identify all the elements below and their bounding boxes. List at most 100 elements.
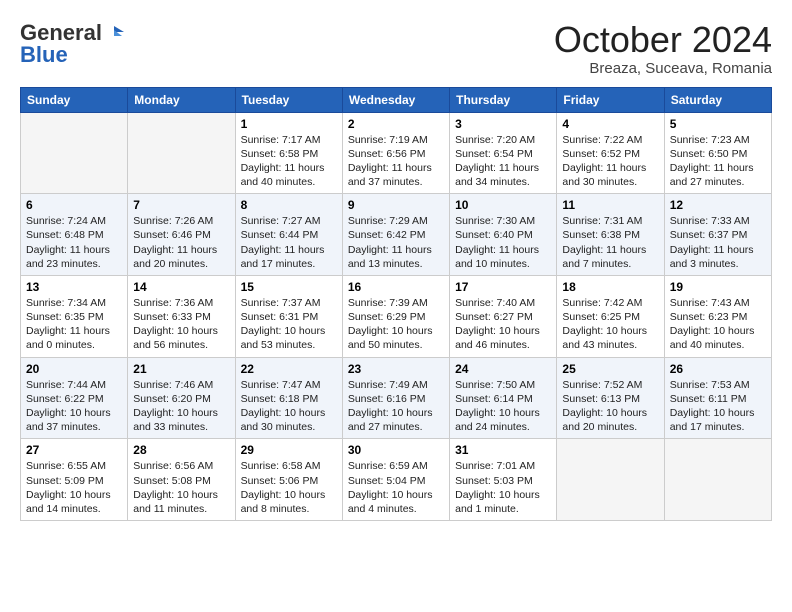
calendar-cell: 23 Sunrise: 7:49 AM Sunset: 6:16 PM Dayli…	[342, 357, 449, 439]
logo-bird-icon	[104, 22, 126, 44]
title-block: October 2024 Breaza, Suceava, Romania	[554, 20, 772, 77]
day-info: Sunrise: 7:52 AM Sunset: 6:13 PM Dayligh…	[562, 378, 658, 435]
day-number: 21	[133, 362, 229, 376]
day-info: Sunrise: 7:01 AM Sunset: 5:03 PM Dayligh…	[455, 459, 551, 516]
calendar-cell: 3Sunrise: 7:20 AM Sunset: 6:54 PM Daylig…	[450, 112, 557, 194]
calendar-cell: 29 Sunrise: 6:58 AM Sunset: 5:06 PM Dayli…	[235, 439, 342, 521]
day-number: 9	[348, 198, 444, 212]
day-number: 18	[562, 280, 658, 294]
day-info: Sunrise: 7:44 AM Sunset: 6:22 PM Dayligh…	[26, 378, 122, 435]
calendar-cell	[128, 112, 235, 194]
day-number: 6	[26, 198, 122, 212]
header-saturday: Saturday	[664, 87, 771, 112]
day-info: Sunrise: 7:26 AM Sunset: 6:46 PM Dayligh…	[133, 214, 229, 271]
calendar-cell: 31 Sunrise: 7:01 AM Sunset: 5:03 PM Dayli…	[450, 439, 557, 521]
day-number: 22	[241, 362, 337, 376]
day-number: 28	[133, 443, 229, 457]
calendar-cell: 4 Sunrise: 7:22 AM Sunset: 6:52 PM Daylig…	[557, 112, 664, 194]
logo: General Blue	[20, 20, 126, 68]
day-info: Sunrise: 6:59 AM Sunset: 5:04 PM Dayligh…	[348, 459, 444, 516]
calendar-cell: 15 Sunrise: 7:37 AM Sunset: 6:31 PM Dayli…	[235, 275, 342, 357]
logo-blue: Blue	[20, 42, 68, 68]
calendar-cell: 7 Sunrise: 7:26 AM Sunset: 6:46 PM Daylig…	[128, 194, 235, 276]
day-info: Sunrise: 7:19 AM Sunset: 6:56 PM Dayligh…	[348, 133, 444, 190]
header-sunday: Sunday	[21, 87, 128, 112]
day-number: 7	[133, 198, 229, 212]
day-info: Sunrise: 7:49 AM Sunset: 6:16 PM Dayligh…	[348, 378, 444, 435]
day-number: 11	[562, 198, 658, 212]
day-info: Sunrise: 7:34 AM Sunset: 6:35 PM Dayligh…	[26, 296, 122, 353]
day-number: 24	[455, 362, 551, 376]
calendar-cell: 16 Sunrise: 7:39 AM Sunset: 6:29 PM Dayli…	[342, 275, 449, 357]
calendar-cell: 14Sunrise: 7:36 AM Sunset: 6:33 PM Dayli…	[128, 275, 235, 357]
day-number: 29	[241, 443, 337, 457]
calendar-cell: 25Sunrise: 7:52 AM Sunset: 6:13 PM Dayli…	[557, 357, 664, 439]
calendar-cell: 22Sunrise: 7:47 AM Sunset: 6:18 PM Dayli…	[235, 357, 342, 439]
day-number: 20	[26, 362, 122, 376]
day-number: 5	[670, 117, 766, 131]
week-row-1: 6Sunrise: 7:24 AM Sunset: 6:48 PM Daylig…	[21, 194, 772, 276]
calendar-cell: 28 Sunrise: 6:56 AM Sunset: 5:08 PM Dayli…	[128, 439, 235, 521]
day-info: Sunrise: 7:46 AM Sunset: 6:20 PM Dayligh…	[133, 378, 229, 435]
calendar-cell: 20 Sunrise: 7:44 AM Sunset: 6:22 PM Dayli…	[21, 357, 128, 439]
week-row-3: 20 Sunrise: 7:44 AM Sunset: 6:22 PM Dayli…	[21, 357, 772, 439]
day-info: Sunrise: 7:40 AM Sunset: 6:27 PM Dayligh…	[455, 296, 551, 353]
calendar-header-row: SundayMondayTuesdayWednesdayThursdayFrid…	[21, 87, 772, 112]
header-friday: Friday	[557, 87, 664, 112]
day-info: Sunrise: 7:17 AM Sunset: 6:58 PM Dayligh…	[241, 133, 337, 190]
day-info: Sunrise: 7:36 AM Sunset: 6:33 PM Dayligh…	[133, 296, 229, 353]
day-info: Sunrise: 6:56 AM Sunset: 5:08 PM Dayligh…	[133, 459, 229, 516]
day-info: Sunrise: 7:53 AM Sunset: 6:11 PM Dayligh…	[670, 378, 766, 435]
day-info: Sunrise: 7:30 AM Sunset: 6:40 PM Dayligh…	[455, 214, 551, 271]
week-row-2: 13 Sunrise: 7:34 AM Sunset: 6:35 PM Dayli…	[21, 275, 772, 357]
day-number: 13	[26, 280, 122, 294]
day-number: 15	[241, 280, 337, 294]
calendar-cell: 5 Sunrise: 7:23 AM Sunset: 6:50 PM Daylig…	[664, 112, 771, 194]
day-info: Sunrise: 7:23 AM Sunset: 6:50 PM Dayligh…	[670, 133, 766, 190]
day-number: 1	[241, 117, 337, 131]
week-row-0: 1 Sunrise: 7:17 AM Sunset: 6:58 PM Daylig…	[21, 112, 772, 194]
day-number: 8	[241, 198, 337, 212]
calendar-cell: 30 Sunrise: 6:59 AM Sunset: 5:04 PM Dayli…	[342, 439, 449, 521]
day-number: 16	[348, 280, 444, 294]
calendar-cell: 2 Sunrise: 7:19 AM Sunset: 6:56 PM Daylig…	[342, 112, 449, 194]
day-number: 2	[348, 117, 444, 131]
day-number: 4	[562, 117, 658, 131]
page-header: General Blue October 2024 Breaza, Suceav…	[20, 20, 772, 77]
day-info: Sunrise: 7:27 AM Sunset: 6:44 PM Dayligh…	[241, 214, 337, 271]
calendar-cell: 10Sunrise: 7:30 AM Sunset: 6:40 PM Dayli…	[450, 194, 557, 276]
calendar-cell: 11 Sunrise: 7:31 AM Sunset: 6:38 PM Dayli…	[557, 194, 664, 276]
day-info: Sunrise: 6:58 AM Sunset: 5:06 PM Dayligh…	[241, 459, 337, 516]
calendar-cell: 6Sunrise: 7:24 AM Sunset: 6:48 PM Daylig…	[21, 194, 128, 276]
calendar-cell: 21 Sunrise: 7:46 AM Sunset: 6:20 PM Dayli…	[128, 357, 235, 439]
week-row-4: 27Sunrise: 6:55 AM Sunset: 5:09 PM Dayli…	[21, 439, 772, 521]
day-info: Sunrise: 7:39 AM Sunset: 6:29 PM Dayligh…	[348, 296, 444, 353]
calendar-cell	[664, 439, 771, 521]
location: Breaza, Suceava, Romania	[554, 60, 772, 77]
day-info: Sunrise: 7:22 AM Sunset: 6:52 PM Dayligh…	[562, 133, 658, 190]
header-wednesday: Wednesday	[342, 87, 449, 112]
day-number: 27	[26, 443, 122, 457]
calendar-cell: 12 Sunrise: 7:33 AM Sunset: 6:37 PM Dayli…	[664, 194, 771, 276]
calendar-cell: 8 Sunrise: 7:27 AM Sunset: 6:44 PM Daylig…	[235, 194, 342, 276]
day-number: 31	[455, 443, 551, 457]
calendar-table: SundayMondayTuesdayWednesdayThursdayFrid…	[20, 87, 772, 521]
calendar-cell: 26Sunrise: 7:53 AM Sunset: 6:11 PM Dayli…	[664, 357, 771, 439]
calendar-cell: 24Sunrise: 7:50 AM Sunset: 6:14 PM Dayli…	[450, 357, 557, 439]
day-number: 30	[348, 443, 444, 457]
day-info: Sunrise: 7:33 AM Sunset: 6:37 PM Dayligh…	[670, 214, 766, 271]
day-number: 12	[670, 198, 766, 212]
header-monday: Monday	[128, 87, 235, 112]
calendar-cell: 9Sunrise: 7:29 AM Sunset: 6:42 PM Daylig…	[342, 194, 449, 276]
header-tuesday: Tuesday	[235, 87, 342, 112]
header-thursday: Thursday	[450, 87, 557, 112]
day-info: Sunrise: 7:37 AM Sunset: 6:31 PM Dayligh…	[241, 296, 337, 353]
day-number: 23	[348, 362, 444, 376]
day-info: Sunrise: 7:31 AM Sunset: 6:38 PM Dayligh…	[562, 214, 658, 271]
calendar-cell: 18Sunrise: 7:42 AM Sunset: 6:25 PM Dayli…	[557, 275, 664, 357]
day-number: 19	[670, 280, 766, 294]
calendar-cell: 13 Sunrise: 7:34 AM Sunset: 6:35 PM Dayli…	[21, 275, 128, 357]
day-number: 3	[455, 117, 551, 131]
calendar-cell: 1 Sunrise: 7:17 AM Sunset: 6:58 PM Daylig…	[235, 112, 342, 194]
calendar-cell: 27Sunrise: 6:55 AM Sunset: 5:09 PM Dayli…	[21, 439, 128, 521]
